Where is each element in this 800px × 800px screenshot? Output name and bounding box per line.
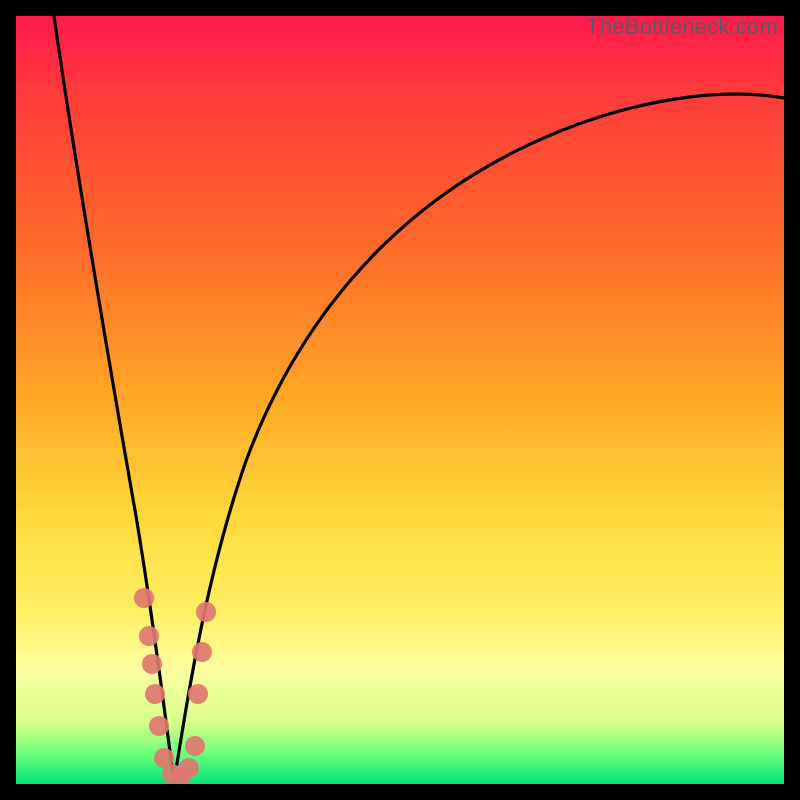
plot-area (16, 16, 784, 784)
watermark-text: TheBottleneck.com (586, 14, 778, 40)
chart-svg (16, 16, 784, 784)
outer-frame: TheBottleneck.com (0, 0, 800, 800)
dot-cluster (134, 588, 216, 784)
curve-right-branch (174, 94, 784, 782)
